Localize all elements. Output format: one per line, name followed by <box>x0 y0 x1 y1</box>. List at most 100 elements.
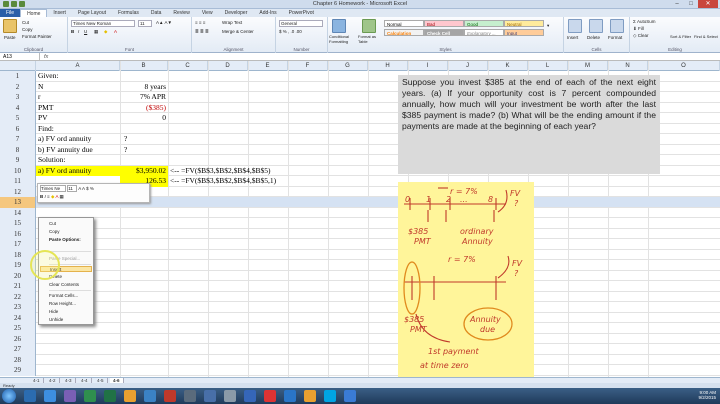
mini-percent-icon[interactable]: % <box>90 186 94 191</box>
taskbar-app-ie[interactable] <box>44 390 56 402</box>
font-color-icon[interactable]: A <box>114 29 117 34</box>
close-icon[interactable]: ✕ <box>698 0 718 8</box>
column-header-m[interactable]: M <box>568 61 608 71</box>
tab-page-layout[interactable]: Page Layout <box>72 9 112 17</box>
row-header[interactable]: 3 <box>0 92 36 103</box>
menu-item-clear-contents[interactable]: Clear Contents <box>49 282 79 287</box>
row-header[interactable]: 20 <box>0 270 36 281</box>
grow-font-icon[interactable]: A▲ A▼ <box>156 20 172 25</box>
row-header[interactable]: 25 <box>0 323 36 334</box>
row-header[interactable]: 2 <box>0 81 36 92</box>
row-header[interactable]: 28 <box>0 354 36 365</box>
column-header-b[interactable]: B <box>120 61 168 71</box>
tab-data[interactable]: Data <box>145 9 168 17</box>
row-header[interactable]: 26 <box>0 333 36 344</box>
number-format-select[interactable]: General <box>279 20 323 27</box>
cell-b[interactable] <box>120 302 168 313</box>
cell-a[interactable]: b) FV annuity due <box>38 145 93 156</box>
mini-font-color-icon[interactable]: A <box>55 194 58 199</box>
menu-item-format-cells[interactable]: Format Cells... <box>49 293 78 298</box>
column-header-d[interactable]: D <box>208 61 248 71</box>
tab-view[interactable]: View <box>196 9 219 17</box>
taskbar-app-blue[interactable] <box>344 390 356 402</box>
row-header[interactable]: 23 <box>0 302 36 313</box>
taskbar-app-gear[interactable] <box>184 390 196 402</box>
fx-icon[interactable]: fx <box>44 53 48 61</box>
taskbar-app-explorer[interactable] <box>24 390 36 402</box>
column-header-l[interactable]: L <box>528 61 568 71</box>
cell-b[interactable] <box>120 208 168 219</box>
tab-powerpivot[interactable]: PowerPivot <box>283 9 320 17</box>
tab-add-ins[interactable]: Add-Ins <box>253 9 282 17</box>
font-size-select[interactable]: 11 <box>138 20 152 27</box>
menu-item-copy[interactable]: Copy <box>49 229 60 234</box>
style-good[interactable]: Good <box>464 20 504 27</box>
paste-button[interactable] <box>3 19 17 33</box>
taskbar-app-acrobat[interactable] <box>164 390 176 402</box>
tab-file[interactable]: File <box>0 9 21 17</box>
taskbar-app-orange[interactable] <box>304 390 316 402</box>
cell-b[interactable]: 0 <box>120 113 168 124</box>
row-header[interactable]: 14 <box>0 207 36 218</box>
italic-icon[interactable]: I <box>78 29 79 34</box>
tab-formulas[interactable]: Formulas <box>112 9 145 17</box>
column-header-i[interactable]: I <box>408 61 448 71</box>
style-check-cell[interactable]: Check Cell <box>424 29 464 36</box>
cell-b[interactable] <box>120 155 168 166</box>
cell-b[interactable] <box>120 271 168 282</box>
cell-b[interactable]: ? <box>120 134 168 145</box>
row-header[interactable]: 8 <box>0 144 36 155</box>
cell-a[interactable]: Solution: <box>38 155 66 166</box>
mini-size-select[interactable]: 11 <box>67 185 78 192</box>
name-box[interactable]: A13 <box>0 53 40 61</box>
menu-item-cut[interactable]: Cut <box>49 221 56 226</box>
row-header[interactable]: 10 <box>0 165 36 176</box>
row-header[interactable]: 29 <box>0 365 36 376</box>
cell-a[interactable]: Find: <box>38 124 54 135</box>
row-header[interactable]: 5 <box>0 113 36 124</box>
cell-b[interactable] <box>120 260 168 271</box>
mini-fill-icon[interactable]: ◆ <box>51 194 54 199</box>
cell-a[interactable]: PV <box>38 113 48 124</box>
taskbar-app-skype[interactable] <box>324 390 336 402</box>
column-header-c[interactable]: C <box>168 61 208 71</box>
clear-button[interactable]: ◇ Clear <box>633 33 648 39</box>
row-header[interactable]: 22 <box>0 291 36 302</box>
taskbar-app-media[interactable] <box>64 390 76 402</box>
row-header[interactable]: 24 <box>0 312 36 323</box>
taskbar-app-photo[interactable] <box>244 390 256 402</box>
cell-b[interactable]: 8 years <box>120 82 168 93</box>
taskbar-app-red[interactable] <box>264 390 276 402</box>
autosum-button[interactable]: Σ AutoSum <box>633 19 656 24</box>
tab-insert[interactable]: Insert <box>47 9 72 17</box>
cell-b[interactable] <box>120 334 168 345</box>
row-header[interactable]: 9 <box>0 155 36 166</box>
sort-filter-button[interactable]: Sort & Filter <box>670 34 692 40</box>
tab-review[interactable]: Review <box>167 9 195 17</box>
cell-b[interactable]: ? <box>120 145 168 156</box>
system-clock[interactable]: 9:00 AM 9/2/2015 <box>698 390 716 400</box>
mini-align-icon[interactable]: ≡ <box>47 194 50 199</box>
row-header[interactable]: 13 <box>0 197 36 208</box>
style-input[interactable]: Input <box>504 29 544 36</box>
tab-developer[interactable]: Developer <box>219 9 254 17</box>
merge-center-button[interactable]: Merge & Center <box>222 29 254 34</box>
copy-button[interactable]: Copy <box>22 27 33 32</box>
conditional-formatting-button[interactable] <box>332 19 346 33</box>
cell-b[interactable]: $3,950.02 <box>120 165 168 176</box>
menu-item-unhide[interactable]: Unhide <box>49 317 63 322</box>
cell-b[interactable] <box>120 71 168 82</box>
taskbar-app-folder[interactable] <box>204 390 216 402</box>
cell-a[interactable]: PMT <box>38 103 53 114</box>
cell-b[interactable] <box>120 323 168 334</box>
select-all-corner[interactable] <box>0 61 36 71</box>
cell-b[interactable] <box>120 218 168 229</box>
cell-c[interactable]: <-- =FV($B$3,$B$2,$B$4,$B$5) <box>170 166 271 177</box>
maximize-icon[interactable]: □ <box>684 0 698 8</box>
mini-font-select[interactable]: Times Ne <box>40 185 66 192</box>
row-header[interactable]: 12 <box>0 186 36 197</box>
cell-b[interactable] <box>120 292 168 303</box>
style-bad[interactable]: Bad <box>424 20 464 27</box>
style-calculation[interactable]: Calculation <box>384 29 424 36</box>
accounting-format-icon[interactable]: $ % , .0 .00 <box>279 29 302 34</box>
